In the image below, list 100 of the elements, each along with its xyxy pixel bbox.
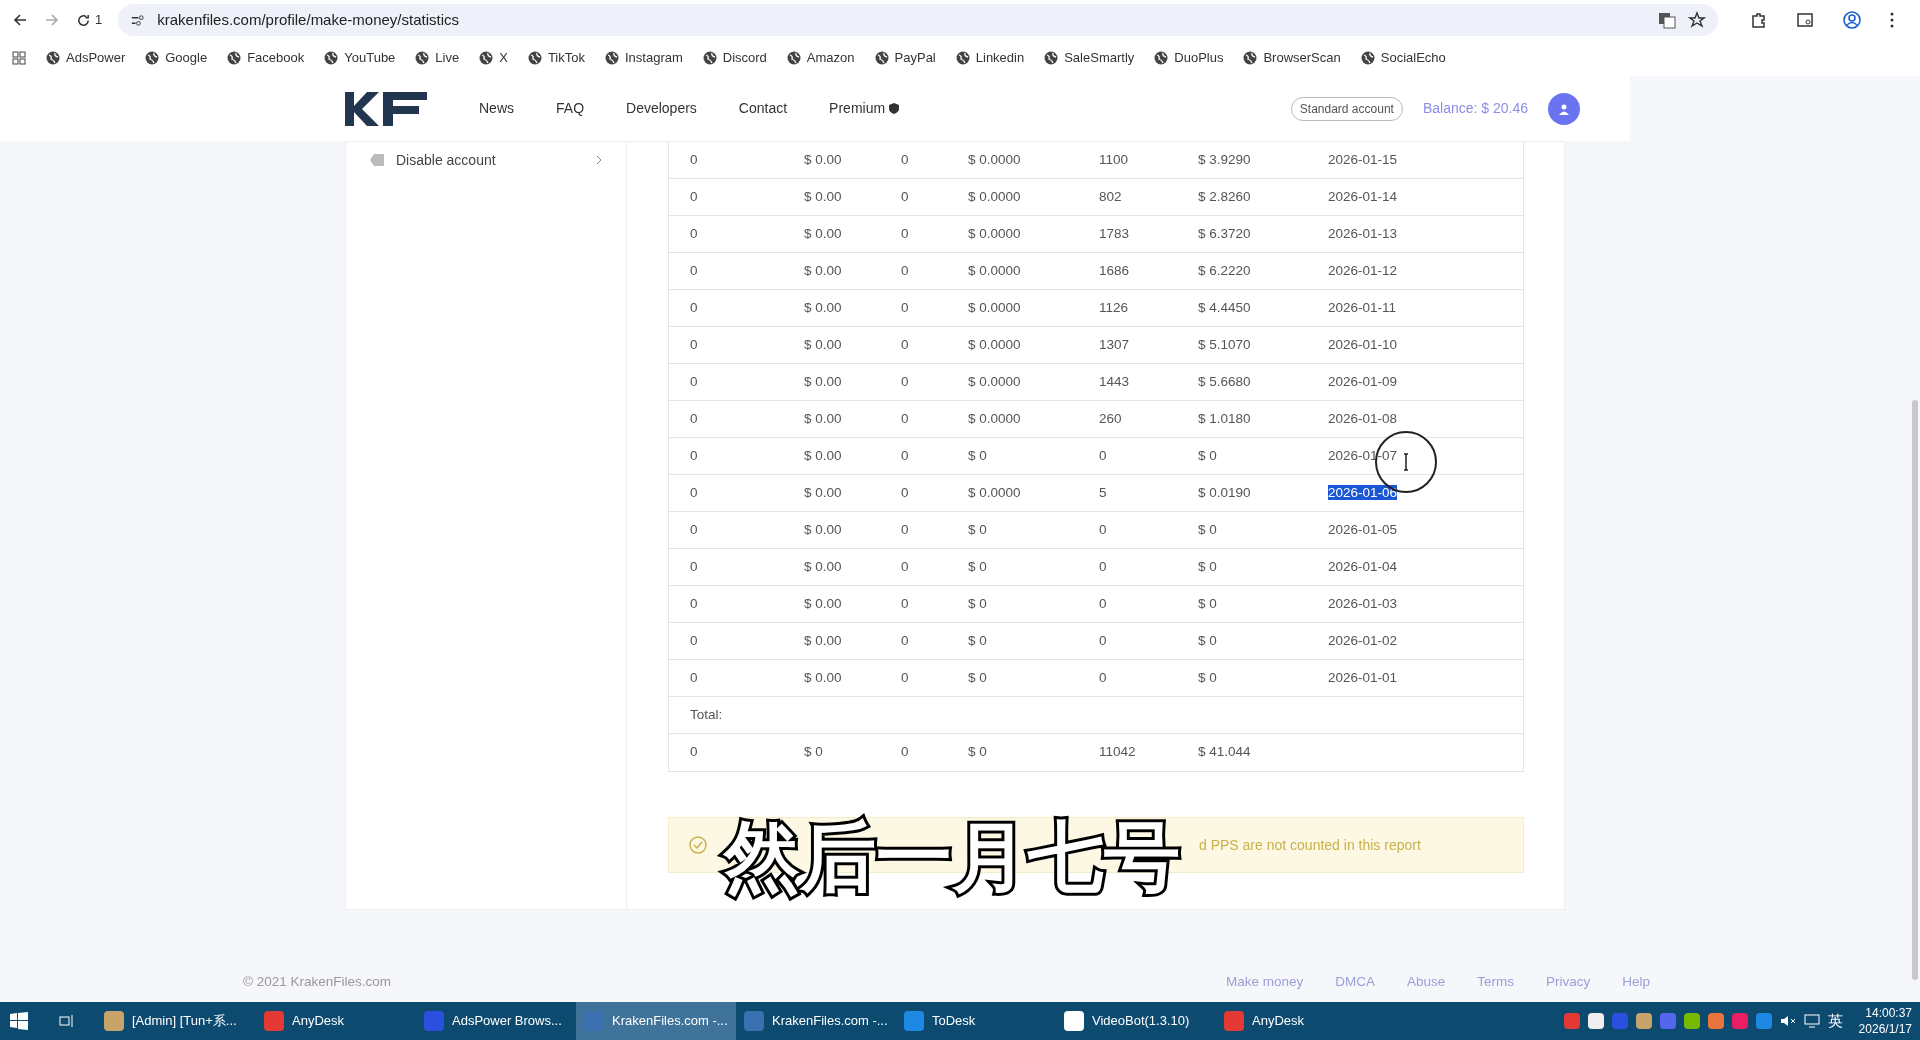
- table-cell: 0: [690, 188, 698, 204]
- table-cell: $ 0: [1198, 595, 1217, 611]
- menu-icon[interactable]: [1890, 12, 1895, 28]
- site-settings-icon[interactable]: [130, 12, 146, 28]
- bookmark[interactable]: Linkedin: [955, 48, 1025, 68]
- back-icon[interactable]: [12, 12, 28, 28]
- globe-icon: [1360, 51, 1375, 65]
- windows-start-icon[interactable]: [10, 1012, 28, 1030]
- shield-icon: [889, 103, 900, 114]
- table-cell: $ 0: [1198, 521, 1217, 537]
- table-cell: $ 0.0000: [968, 151, 1021, 167]
- table-cell: 0: [901, 632, 909, 648]
- balance-text: Balance: $ 20.46: [1422, 99, 1528, 118]
- nav-link[interactable]: FAQ: [556, 98, 585, 119]
- bookmark[interactable]: BrowserScan: [1243, 48, 1341, 68]
- table-cell: $ 0.00: [804, 595, 842, 611]
- table-cell: $ 0: [1198, 632, 1217, 648]
- table-cell: $ 41.044: [1198, 744, 1251, 760]
- bookmark[interactable]: SocialEcho: [1360, 48, 1446, 68]
- table-cell: 0: [901, 336, 909, 352]
- table-cell: $ 0.00: [804, 151, 842, 167]
- bookmark[interactable]: YouTube: [324, 48, 396, 68]
- globe-icon: [1044, 51, 1059, 65]
- nav-link[interactable]: Contact: [738, 98, 788, 119]
- table-cell: $ 0.0000: [968, 188, 1021, 204]
- table-cell: 5: [1099, 484, 1107, 500]
- table-cell: 0: [690, 669, 698, 685]
- notice-text: d PPS are not counted in this report: [1199, 835, 1421, 855]
- globe-icon: [786, 51, 801, 65]
- side-panel-icon[interactable]: [1796, 11, 1815, 29]
- table-cell: $ 0.0000: [968, 225, 1021, 241]
- table-cell: $ 0: [1198, 669, 1217, 685]
- table-cell: 0: [690, 744, 698, 760]
- taskbar-item[interactable]: VideoBot(1.3.10): [1056, 1002, 1216, 1040]
- bookmark[interactable]: Discord: [702, 48, 767, 68]
- table-cell: 11042: [1099, 744, 1136, 760]
- table-cell: 2026-01-11: [1328, 299, 1397, 315]
- bookmark[interactable]: SaleSmartly: [1044, 48, 1135, 68]
- table-cell: 0: [690, 484, 698, 500]
- taskbar-item[interactable]: AnyDesk: [1216, 1002, 1376, 1040]
- table-cell: 0: [690, 336, 698, 352]
- taskbar-item[interactable]: [Admin] [Tun+系...: [96, 1002, 256, 1040]
- globe-icon: [874, 51, 889, 65]
- taskbar-item[interactable]: AnyDesk: [256, 1002, 416, 1040]
- url-text: krakenfiles.com/profile/make-money/statistics: [157, 9, 460, 30]
- table-cell: 0: [901, 299, 909, 315]
- bookmark[interactable]: PayPal: [874, 48, 936, 68]
- star-icon[interactable]: [1688, 11, 1707, 29]
- nav-link[interactable]: News: [479, 98, 514, 119]
- bookmark[interactable]: Google: [145, 48, 208, 68]
- bookmark[interactable]: Amazon: [786, 48, 855, 68]
- taskbar-item[interactable]: ToDesk: [896, 1002, 1056, 1040]
- taskbar-item[interactable]: KrakenFiles.com -...: [576, 1002, 736, 1040]
- chevron-icon: [596, 155, 602, 165]
- table-cell: 2026-01-05: [1328, 521, 1398, 537]
- apps-icon[interactable]: [12, 51, 26, 65]
- taskbar-item[interactable]: KrakenFiles.com -...: [736, 1002, 896, 1040]
- task-view-icon[interactable]: [59, 1014, 75, 1028]
- bookmark[interactable]: Live: [415, 48, 460, 68]
- table-cell: 0: [901, 410, 909, 426]
- reload-icon[interactable]: [76, 12, 91, 28]
- avatar[interactable]: [1548, 92, 1580, 125]
- taskbar-item[interactable]: AdsPower Brows...: [416, 1002, 576, 1040]
- bookmark[interactable]: X: [479, 48, 508, 68]
- table-cell: $ 0: [1198, 558, 1217, 574]
- video-subtitle: 然后一月七号: [718, 808, 1186, 906]
- table-cell: $ 0.0190: [1198, 484, 1251, 500]
- table-cell: 1686: [1099, 262, 1130, 278]
- table-cell: $ 0: [1198, 447, 1217, 463]
- network-icon[interactable]: [1803, 1014, 1820, 1028]
- globe-icon: [227, 51, 242, 65]
- translate-icon[interactable]: [1658, 11, 1677, 29]
- globe-icon: [324, 51, 339, 65]
- address-bar[interactable]: krakenfiles.com/profile/make-money/statistics: [118, 4, 1719, 36]
- nav-link[interactable]: Developers: [626, 98, 697, 119]
- table-cell: 0: [1099, 669, 1107, 685]
- table-cell: 0: [901, 558, 909, 574]
- table-cell: 2026-01-02: [1328, 632, 1398, 648]
- profile-icon[interactable]: [1842, 10, 1863, 30]
- table-cell: $ 0.0000: [968, 262, 1021, 278]
- logo-icon[interactable]: [345, 91, 427, 126]
- table-cell: $ 0.0000: [968, 410, 1021, 426]
- bookmark[interactable]: Facebook: [227, 48, 305, 68]
- bookmark[interactable]: TikTok: [527, 48, 585, 68]
- table-cell: 1307: [1099, 336, 1130, 352]
- table-cell: $ 5.6680: [1198, 373, 1251, 389]
- table-cell: $ 0.00: [804, 447, 842, 463]
- bookmark[interactable]: AdsPower: [46, 48, 126, 68]
- ime-indicator[interactable]: 英: [1827, 1009, 1843, 1033]
- nav-link[interactable]: Premium: [829, 98, 900, 119]
- globe-icon: [702, 51, 717, 65]
- table-cell: $ 0: [968, 744, 987, 760]
- table-cell: $ 0.00: [804, 225, 842, 241]
- bookmark[interactable]: DuoPlus: [1154, 48, 1224, 68]
- bookmark[interactable]: Instagram: [604, 48, 683, 68]
- total-label: Total:: [690, 705, 723, 724]
- table-cell: 2026-01-08: [1328, 410, 1398, 426]
- table-cell: $ 0.00: [804, 299, 842, 315]
- mute-icon[interactable]: [1779, 1014, 1796, 1028]
- sidebar-item[interactable]: Disable account: [370, 146, 602, 174]
